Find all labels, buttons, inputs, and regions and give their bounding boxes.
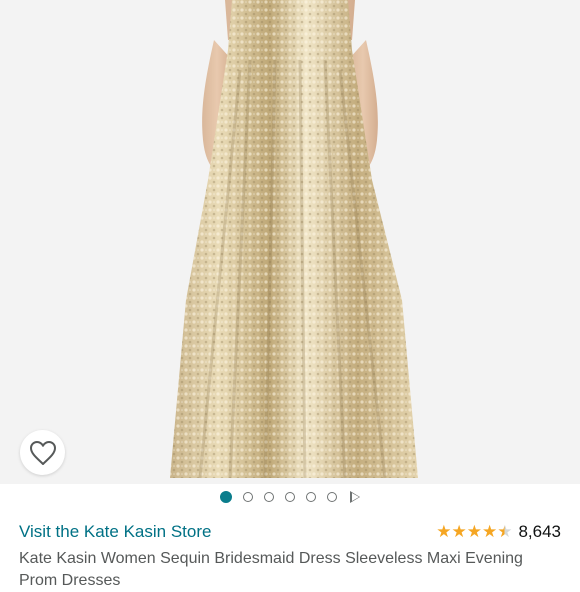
rating-summary[interactable]: ★ ★ ★ ★ ★ 8,643: [436, 522, 561, 542]
star-full-icon: ★: [466, 522, 482, 542]
carousel-dot[interactable]: [327, 492, 337, 502]
star-full-icon: ★: [481, 522, 498, 542]
wishlist-button[interactable]: [20, 430, 65, 475]
product-title: Kate Kasin Women Sequin Bridesmaid Dress…: [19, 550, 523, 589]
star-rating: ★ ★ ★ ★ ★: [436, 522, 512, 542]
carousel-dot[interactable]: [243, 492, 253, 502]
review-count[interactable]: 8,643: [518, 522, 561, 542]
carousel-indicators[interactable]: [0, 488, 580, 506]
carousel-dot[interactable]: [306, 492, 316, 502]
carousel-dot[interactable]: [285, 492, 295, 502]
product-photo: [170, 0, 418, 479]
star-half-icon: ★: [497, 522, 513, 542]
heart-outline-icon: [29, 440, 56, 465]
product-image[interactable]: [0, 0, 580, 484]
carousel-dot[interactable]: [264, 492, 274, 502]
star-full-icon: ★: [436, 522, 452, 542]
play-icon[interactable]: [350, 491, 360, 503]
star-full-icon: ★: [451, 522, 467, 542]
carousel-dot[interactable]: [220, 491, 232, 503]
visit-store-link[interactable]: Visit the Kate Kasin Store: [19, 522, 211, 542]
